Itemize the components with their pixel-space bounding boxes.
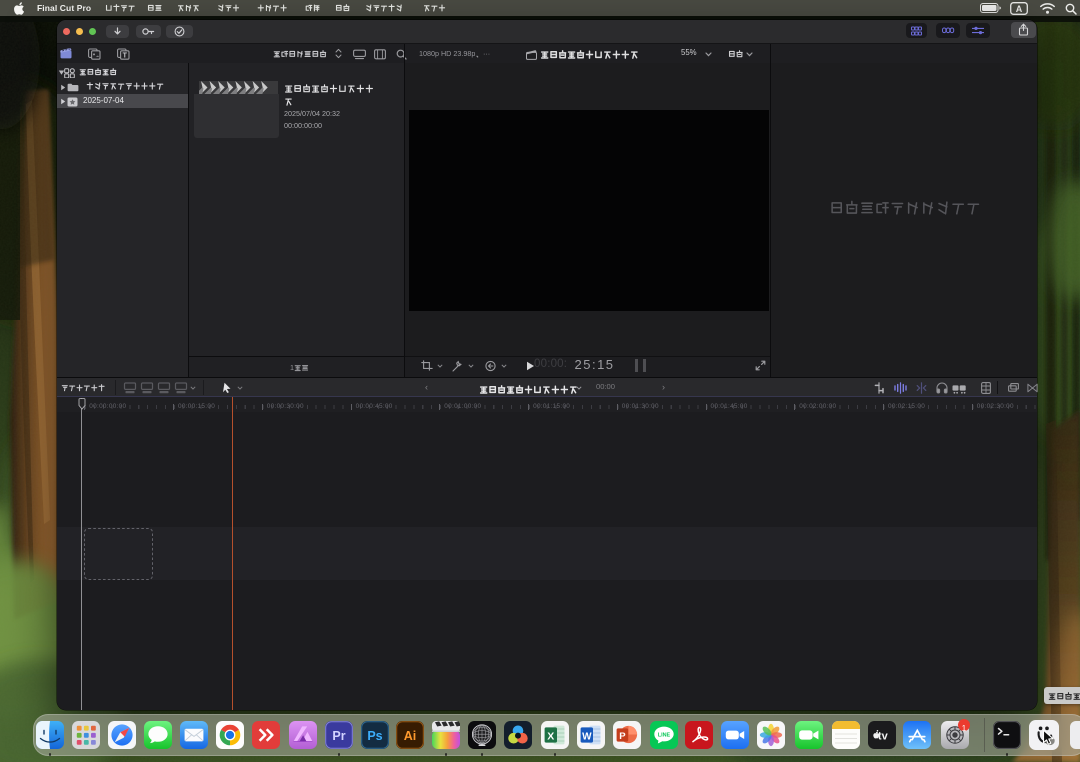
svg-text:W: W <box>582 732 592 743</box>
svg-text:LINE: LINE <box>658 732 671 738</box>
svg-text:X: X <box>547 731 554 743</box>
svg-text:tv: tv <box>878 731 889 743</box>
svg-text:P: P <box>619 731 626 742</box>
svg-text:A: A <box>1016 4 1023 14</box>
svg-text:Ps: Ps <box>367 729 382 743</box>
svg-text:Pr: Pr <box>332 729 345 743</box>
svg-text:Ai: Ai <box>404 729 417 743</box>
svg-text:T: T <box>123 53 128 60</box>
